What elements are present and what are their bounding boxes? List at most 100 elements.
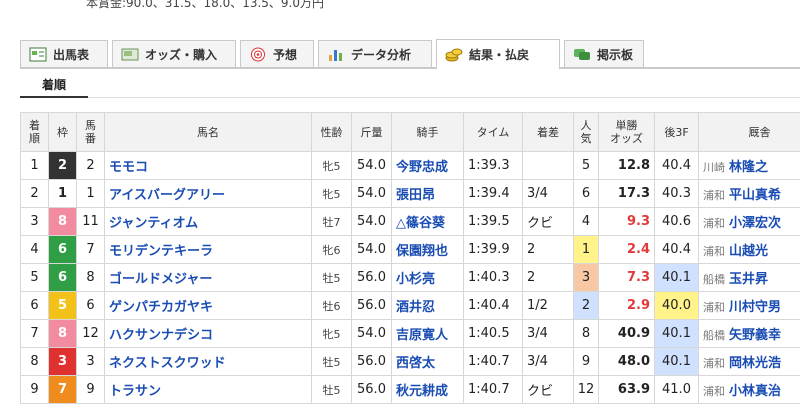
win-odds: 12.8 — [598, 151, 655, 180]
sex-age: 牡5 — [311, 347, 352, 376]
horse-number: 11 — [76, 207, 105, 236]
horse-name-link[interactable]: ハクサンナデシコ — [109, 328, 213, 343]
target-icon — [249, 47, 267, 62]
table-row: 6 5 6 ゲンパチカガヤキ 牡6 56.0 酒井忍 1:40.4 1/2 2 2.9 40.0 浦和川… — [20, 291, 800, 320]
trainer-cell: 浦和 小澤宏次 — [698, 207, 800, 236]
win-odds: 40.9 — [598, 319, 655, 348]
trainer-link[interactable]: 矢野義幸 — [729, 328, 781, 343]
win-odds: 2.4 — [598, 235, 655, 264]
sex-age: 牡6 — [311, 291, 352, 320]
column-header[interactable]: 厩舎 — [698, 112, 800, 152]
race-time: 1:40.3 — [463, 263, 523, 292]
jockey-cell: △篠谷葵 — [391, 207, 464, 236]
waku-badge: 3 — [48, 347, 77, 376]
column-header[interactable]: 馬 番 — [76, 112, 105, 152]
jockey-link[interactable]: 今野忠成 — [396, 160, 448, 175]
jockey-link[interactable]: 小杉亮 — [396, 272, 435, 287]
last-3f: 40.1 — [654, 347, 699, 376]
tab-label: 予想 — [273, 47, 298, 62]
tab-ticket[interactable]: オッズ・購入 — [112, 40, 236, 67]
column-header[interactable]: 性齢 — [311, 112, 352, 152]
last-3f: 41.0 — [654, 375, 699, 404]
trainer-link[interactable]: 岡林光浩 — [729, 356, 781, 371]
column-header[interactable]: 後3F — [654, 112, 699, 152]
jockey-link[interactable]: 酒井忍 — [396, 300, 435, 315]
finish-rank: 5 — [20, 263, 49, 292]
trainer-region: 船橋 — [703, 329, 725, 342]
jockey-link[interactable]: △篠谷葵 — [396, 216, 445, 231]
sex-age: 牡5 — [311, 375, 352, 404]
jockey-link[interactable]: 張田昂 — [396, 188, 435, 203]
race-time: 1:39.9 — [463, 235, 523, 264]
column-header[interactable]: 斤量 — [351, 112, 392, 152]
column-header[interactable]: タイム — [463, 112, 523, 152]
tab-race-card[interactable]: 出馬表 — [20, 40, 108, 67]
column-header[interactable]: 人 気 — [573, 112, 599, 152]
horse-name-link[interactable]: モモコ — [109, 160, 148, 175]
horse-name-cell: ネクストスクワッド — [104, 347, 312, 376]
win-odds: 2.9 — [598, 291, 655, 320]
table-row: 3 8 11 ジャンティオム 牡7 54.0 △篠谷葵 1:39.5 クビ 4 9.3 40.6 浦和小… — [20, 207, 800, 236]
horse-number: 6 — [76, 291, 105, 320]
jockey-cell: 小杉亮 — [391, 263, 464, 292]
tab-label: データ分析 — [351, 47, 412, 62]
jockey-link[interactable]: 西啓太 — [396, 356, 435, 371]
tab-target[interactable]: 予想 — [240, 40, 314, 67]
trainer-link[interactable]: 平山真希 — [729, 188, 781, 203]
tab-coins[interactable]: 結果・払戻 — [436, 39, 560, 69]
jockey-link[interactable]: 吉原寛人 — [396, 328, 448, 343]
table-row: 9 7 9 トラサン 牡5 56.0 秋元耕成 1:40.7 クビ 12 63.9 41.0 浦和 小林真… — [20, 375, 800, 404]
column-header[interactable]: 騎手 — [391, 112, 464, 152]
trainer-link[interactable]: 川村守男 — [729, 300, 781, 315]
sex-age: 牝5 — [311, 151, 352, 180]
trainer-link[interactable]: 玉井昇 — [729, 272, 768, 287]
horse-name-link[interactable]: ネクストスクワッド — [109, 356, 226, 371]
horse-name-link[interactable]: ゲンパチカガヤキ — [109, 300, 213, 315]
trainer-link[interactable]: 小林真治 — [729, 384, 781, 399]
last-3f: 40.6 — [654, 207, 699, 236]
jockey-link[interactable]: 秋元耕成 — [396, 384, 448, 399]
tab-label: オッズ・購入 — [145, 47, 218, 62]
horse-number: 8 — [76, 263, 105, 292]
sex-age: 牝5 — [311, 179, 352, 208]
trainer-link[interactable]: 山越光 — [729, 244, 768, 259]
subtab-finish-order[interactable]: 着順 — [20, 72, 88, 98]
horse-name-link[interactable]: トラサン — [109, 384, 161, 399]
trainer-cell: 浦和 平山真希 — [698, 179, 800, 208]
last-3f: 40.3 — [654, 179, 699, 208]
trainer-link[interactable]: 小澤宏次 — [729, 216, 781, 231]
trainer-region: 浦和 — [703, 245, 725, 258]
horse-name-cell: モモコ — [104, 151, 312, 180]
waku-badge: 2 — [48, 151, 77, 180]
horse-name-link[interactable]: アイスバーグアリー — [109, 188, 225, 203]
carried-weight: 54.0 — [351, 179, 392, 208]
jockey-link[interactable]: 保園翔也 — [396, 244, 448, 259]
column-header[interactable]: 馬名 — [104, 112, 312, 152]
column-header[interactable]: 枠 — [48, 112, 77, 152]
sex-age: 牡7 — [311, 207, 352, 236]
margin: 3/4 — [522, 319, 574, 348]
finish-rank: 9 — [20, 375, 49, 404]
horse-name-link[interactable]: ジャンティオム — [109, 216, 198, 231]
trainer-cell: 浦和 山越光 — [698, 235, 800, 264]
popularity: 2 — [573, 291, 599, 320]
table-row: 7 8 12 ハクサンナデシコ 牝5 54.0 吉原寛人 1:40.5 3/4 8 40.9 40.1… — [20, 319, 800, 348]
tab-chat[interactable]: 掲示板 — [564, 40, 644, 67]
column-header[interactable]: 着 順 — [20, 112, 49, 152]
horse-name-link[interactable]: ゴールドメジャー — [109, 272, 212, 287]
trainer-cell: 川崎 林隆之 — [698, 151, 800, 180]
carried-weight: 54.0 — [351, 235, 392, 264]
column-header[interactable]: 単勝 オッズ — [598, 112, 655, 152]
margin — [522, 151, 574, 180]
win-odds: 9.3 — [598, 207, 655, 236]
popularity: 1 — [573, 235, 599, 264]
horse-number: 1 — [76, 179, 105, 208]
horse-name-link[interactable]: モリデンテキーラ — [109, 244, 213, 259]
tab-bar-chart[interactable]: データ分析 — [318, 40, 432, 67]
margin: 2 — [522, 235, 574, 264]
margin: 2 — [522, 263, 574, 292]
waku-badge: 6 — [48, 263, 77, 292]
carried-weight: 54.0 — [351, 207, 392, 236]
column-header[interactable]: 着差 — [522, 112, 574, 152]
trainer-link[interactable]: 林隆之 — [729, 160, 768, 175]
